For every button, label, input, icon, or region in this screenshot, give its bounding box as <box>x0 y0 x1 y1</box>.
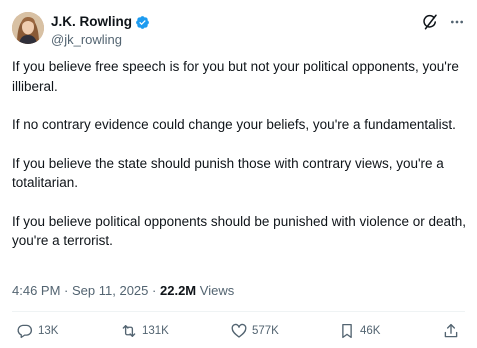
tweet-text: If you believe free speech is for you bu… <box>12 57 470 251</box>
reply-button[interactable]: 13K <box>16 320 58 342</box>
tweet-card: J.K. Rowling @jk_rowling If you believe … <box>0 0 477 348</box>
heart-icon <box>231 323 247 338</box>
like-count: 577K <box>252 325 279 337</box>
avatar[interactable] <box>12 12 44 44</box>
views-count[interactable]: 22.2M <box>160 283 196 298</box>
reply-icon <box>17 324 32 339</box>
repost-icon <box>122 325 136 337</box>
bookmark-button[interactable]: 46K <box>338 320 380 342</box>
tweet-paragraph: If you believe the state should punish t… <box>12 155 444 191</box>
avatar-image <box>12 12 44 44</box>
tweet-paragraph: If you believe free speech is for you bu… <box>12 59 459 94</box>
meta-separator: · <box>152 283 157 298</box>
tweet-time[interactable]: 4:46 PM <box>12 283 60 298</box>
verified-badge-icon[interactable] <box>135 15 150 30</box>
more-icon[interactable] <box>449 14 465 30</box>
display-name[interactable]: J.K. Rowling <box>51 14 132 30</box>
tweet-paragraph: If you believe political opponents shoul… <box>12 213 467 249</box>
action-bar: 13K 131K 577K 46K <box>16 320 463 342</box>
share-icon <box>444 323 458 338</box>
name-row: J.K. Rowling <box>51 14 150 30</box>
author-info: J.K. Rowling @jk_rowling <box>51 14 150 48</box>
divider <box>12 311 465 312</box>
bookmark-icon <box>342 323 352 339</box>
tweet-meta: 4:46 PM · Sep 11, 2025 · 22.2M Views <box>12 282 234 299</box>
like-button[interactable]: 577K <box>230 320 279 342</box>
share-button[interactable] <box>442 320 460 342</box>
repost-count: 131K <box>142 325 169 337</box>
reply-count: 13K <box>38 325 59 337</box>
meta-separator: · <box>64 283 69 298</box>
repost-button[interactable]: 131K <box>120 320 169 342</box>
tweet-header: J.K. Rowling @jk_rowling <box>12 12 465 48</box>
tweet-paragraph: If no contrary evidence could change you… <box>12 117 456 132</box>
tweet-date[interactable]: Sep 11, 2025 <box>72 283 148 298</box>
grok-icon[interactable] <box>421 13 439 31</box>
views-label: Views <box>199 283 235 298</box>
header-actions <box>421 12 465 32</box>
bookmark-count: 46K <box>360 325 381 337</box>
handle[interactable]: @jk_rowling <box>51 31 150 48</box>
